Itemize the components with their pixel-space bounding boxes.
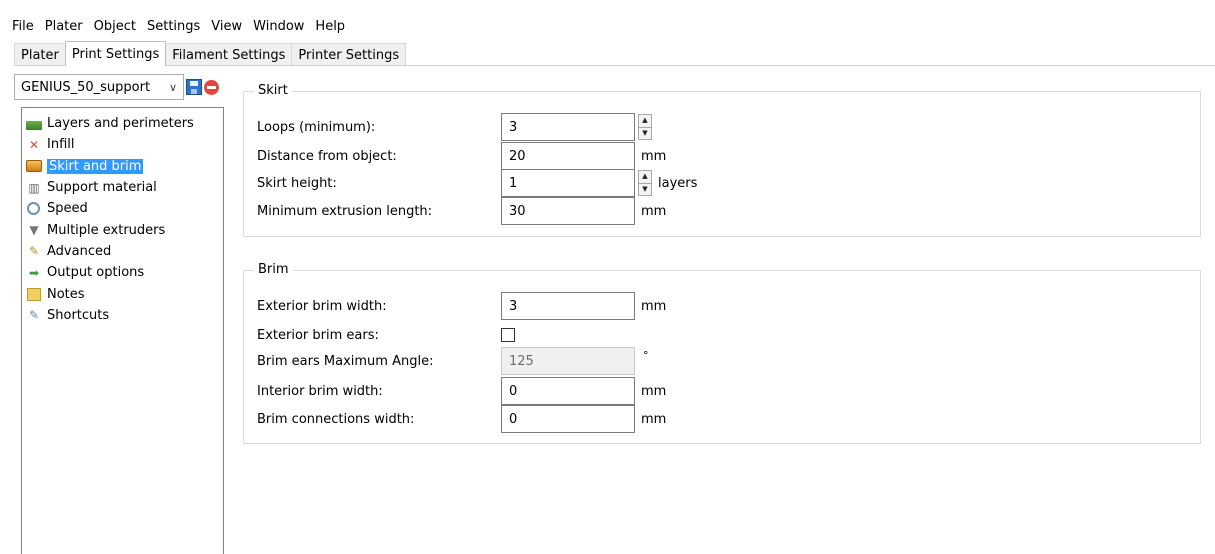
infill-icon: ✕: [28, 137, 40, 152]
tree-item-label: Multiple extruders: [47, 222, 166, 238]
tree-item-infill[interactable]: ✕ Infill: [22, 134, 223, 155]
tree-item-notes[interactable]: Notes: [22, 283, 223, 304]
skirt-min-extrusion-unit: mm: [641, 203, 667, 219]
brim-ears-checkbox[interactable]: [501, 328, 515, 342]
brim-ears-angle-label: Brim ears Maximum Angle:: [257, 353, 434, 369]
notes-icon: [27, 287, 41, 301]
tree-item-label: Advanced: [47, 243, 112, 259]
tree-item-speed[interactable]: Speed: [22, 198, 223, 219]
extruder-funnel-icon: ▼: [29, 223, 39, 238]
stepper-up-icon[interactable]: ▲: [639, 115, 651, 127]
tree-item-advanced[interactable]: ✎ Advanced: [22, 241, 223, 262]
settings-category-tree: Layers and perimeters ✕ Infill Skirt and…: [21, 107, 224, 554]
skirt-height-row: Skirt height: 1 ▲ ▼ layers: [257, 169, 1157, 197]
stepper-down-icon[interactable]: ▼: [639, 182, 651, 196]
wrench-icon: ✎: [28, 244, 40, 259]
skirt-loops-stepper[interactable]: ▲ ▼: [638, 114, 652, 140]
brim-ext-width-row: Exterior brim width: 3 mm: [257, 292, 1157, 320]
skirt-loops-row: Loops (minimum): 3 ▲ ▼: [257, 113, 1157, 141]
tree-item-multiple-extruders[interactable]: ▼ Multiple extruders: [22, 219, 223, 240]
brim-group: Brim Exterior brim width: 3 mm Exterior …: [243, 262, 1201, 444]
brim-ext-width-unit: mm: [641, 298, 667, 314]
skirt-min-extrusion-input[interactable]: 30: [501, 197, 635, 225]
brim-ears-angle-unit: °: [643, 348, 649, 362]
tree-item-skirt-and-brim[interactable]: Skirt and brim: [22, 156, 223, 177]
tab-printer-settings[interactable]: Printer Settings: [291, 43, 407, 66]
layers-icon: [26, 121, 42, 131]
brim-connections-input[interactable]: 0: [501, 405, 635, 433]
tree-item-output-options[interactable]: ➡ Output options: [22, 262, 223, 283]
skirt-height-input[interactable]: 1: [501, 169, 635, 197]
tree-item-label: Shortcuts: [47, 307, 110, 323]
skirt-min-extrusion-row: Minimum extrusion length: 30 mm: [257, 197, 1157, 225]
save-icon[interactable]: [186, 79, 202, 95]
brim-ext-width-input[interactable]: 3: [501, 292, 635, 320]
chevron-down-icon: ∨: [168, 80, 177, 94]
preset-dropdown[interactable]: GENIUS_50_support ∨: [14, 74, 184, 100]
skirt-height-label: Skirt height:: [257, 175, 337, 191]
brim-int-width-input[interactable]: 0: [501, 377, 635, 405]
speed-icon: [27, 202, 40, 216]
tree-item-label: Infill: [47, 137, 75, 153]
tree-item-layers-and-perimeters[interactable]: Layers and perimeters: [22, 113, 223, 134]
skirt-distance-label: Distance from object:: [257, 148, 397, 164]
brim-ears-angle-input: 125: [501, 347, 635, 375]
support-material-icon: ▥: [28, 180, 40, 195]
tree-item-label: Speed: [47, 201, 88, 217]
skirt-min-extrusion-label: Minimum extrusion length:: [257, 203, 433, 219]
menu-bar: File Plater Object Settings View Window …: [0, 15, 356, 37]
skirt-distance-input[interactable]: 20: [501, 142, 635, 170]
stepper-down-icon[interactable]: ▼: [639, 126, 651, 140]
tree-item-label: Output options: [47, 265, 145, 281]
menu-file[interactable]: File: [12, 19, 34, 34]
skirt-loops-input[interactable]: 3: [501, 113, 635, 141]
output-arrow-icon: ➡: [28, 265, 40, 280]
brim-int-width-row: Interior brim width: 0 mm: [257, 377, 1157, 405]
brim-int-width-unit: mm: [641, 383, 667, 399]
tree-item-label: Skirt and brim: [47, 158, 144, 174]
skirt-group: Skirt Loops (minimum): 3 ▲ ▼ Distance fr…: [243, 83, 1201, 237]
tab-divider: [14, 65, 1215, 66]
shortcuts-wrench-icon: ✎: [28, 308, 40, 323]
brim-ears-angle-row: Brim ears Maximum Angle: 125 °: [257, 347, 1157, 375]
preset-toolbar: GENIUS_50_support ∨: [14, 74, 219, 100]
skirt-distance-unit: mm: [641, 148, 667, 164]
preset-selected-value: GENIUS_50_support: [21, 79, 151, 95]
skirt-group-title: Skirt: [254, 83, 292, 98]
brim-group-title: Brim: [254, 262, 293, 277]
tree-item-label: Support material: [47, 180, 157, 196]
skirt-icon: [26, 160, 42, 173]
menu-plater[interactable]: Plater: [45, 19, 83, 34]
skirt-loops-label: Loops (minimum):: [257, 119, 376, 135]
menu-window[interactable]: Window: [253, 19, 304, 34]
main-tab-bar: Plater Print Settings Filament Settings …: [14, 41, 407, 66]
menu-view[interactable]: View: [211, 19, 242, 34]
menu-help[interactable]: Help: [315, 19, 345, 34]
skirt-height-unit: layers: [658, 175, 698, 191]
tree-item-shortcuts[interactable]: ✎ Shortcuts: [22, 305, 223, 326]
brim-ears-row: Exterior brim ears:: [257, 321, 1157, 349]
brim-int-width-label: Interior brim width:: [257, 383, 383, 399]
tree-item-support-material[interactable]: ▥ Support material: [22, 177, 223, 198]
skirt-distance-row: Distance from object: 20 mm: [257, 142, 1157, 170]
menu-object[interactable]: Object: [94, 19, 136, 34]
tab-plater[interactable]: Plater: [14, 43, 66, 66]
tree-item-label: Notes: [47, 286, 85, 302]
brim-connections-label: Brim connections width:: [257, 411, 415, 427]
brim-connections-row: Brim connections width: 0 mm: [257, 405, 1157, 433]
brim-ext-width-label: Exterior brim width:: [257, 298, 387, 314]
brim-ears-label: Exterior brim ears:: [257, 327, 379, 343]
skirt-height-stepper[interactable]: ▲ ▼: [638, 170, 652, 196]
menu-settings[interactable]: Settings: [147, 19, 200, 34]
brim-connections-unit: mm: [641, 411, 667, 427]
tab-print-settings[interactable]: Print Settings: [64, 41, 167, 66]
stepper-up-icon[interactable]: ▲: [639, 171, 651, 183]
delete-icon[interactable]: [204, 79, 219, 95]
tab-filament-settings[interactable]: Filament Settings: [165, 43, 293, 66]
tree-item-label: Layers and perimeters: [47, 116, 194, 132]
